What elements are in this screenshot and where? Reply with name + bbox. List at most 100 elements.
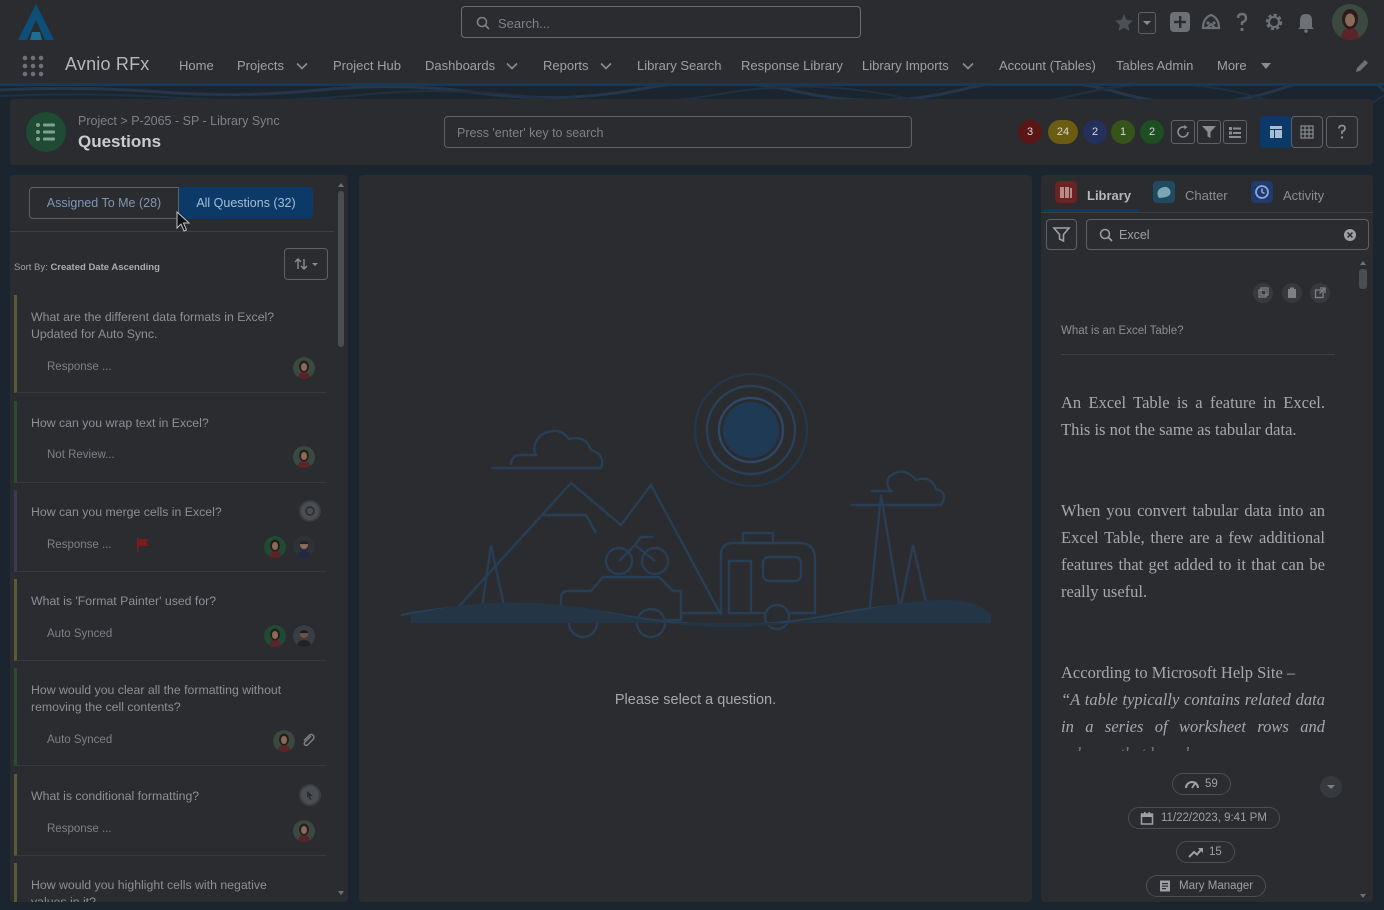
clear-search-icon[interactable] <box>1343 228 1357 242</box>
question-card[interactable]: What are the different data formats in E… <box>14 295 326 393</box>
status-count-badge[interactable]: 2 <box>1083 120 1107 144</box>
question-card[interactable]: How can you wrap text in Excel? Not Revi… <box>14 401 326 483</box>
breadcrumb-root[interactable]: Project <box>78 114 117 128</box>
chevron-down-icon[interactable] <box>295 59 309 73</box>
assign-cursor-icon[interactable] <box>299 784 321 806</box>
bulk-action-button[interactable] <box>1223 120 1247 144</box>
nav-item-tables-admin[interactable]: Tables Admin <box>1116 58 1193 73</box>
answer-fade-overlay <box>1045 735 1355 775</box>
nav-item-more[interactable]: More <box>1217 58 1247 73</box>
library-search[interactable] <box>1086 219 1369 250</box>
open-external-icon[interactable] <box>1310 283 1330 303</box>
question-search[interactable] <box>444 116 912 148</box>
breadcrumb-project[interactable]: P-2065 - SP - Library Sync <box>131 114 279 128</box>
question-text: What is conditional formatting? <box>31 789 200 803</box>
status-count-badge[interactable]: 1 <box>1111 120 1135 144</box>
scrollbar-thumb[interactable] <box>338 191 344 347</box>
question-status: Response ... <box>47 823 112 835</box>
sort-button[interactable] <box>284 248 328 280</box>
tab-assigned-to-me[interactable]: Assigned To Me (28) <box>29 187 179 219</box>
divider <box>10 231 334 232</box>
clipboard-icon[interactable] <box>1282 283 1302 303</box>
add-icon[interactable] <box>1168 10 1192 34</box>
help-icon[interactable] <box>1230 10 1254 34</box>
answer-paragraph-lead: According to Microsoft Help Site – <box>1061 663 1296 682</box>
library-side-panel: Library Chatter Activity What is an Exce… <box>1041 175 1373 902</box>
global-search[interactable] <box>461 6 861 38</box>
nav-item-account-tables[interactable]: Account (Tables) <box>999 58 1096 73</box>
refresh-button[interactable] <box>1171 120 1195 144</box>
filter-button[interactable] <box>1197 120 1221 144</box>
question-card[interactable]: How would you highlight cells with negat… <box>14 863 326 902</box>
chevron-down-icon[interactable] <box>961 59 975 73</box>
favorites-star-icon[interactable] <box>1112 11 1136 35</box>
nav-item-projects[interactable]: Projects <box>237 58 284 73</box>
breadcrumb: Project > P-2065 - SP - Library Sync <box>78 114 280 128</box>
favorites-group[interactable] <box>1112 11 1156 35</box>
split-view-button[interactable] <box>1260 116 1292 148</box>
scrollbar-thumb[interactable] <box>1359 269 1367 289</box>
library-icon <box>1055 181 1077 203</box>
status-count-badge[interactable]: 24 <box>1048 120 1078 144</box>
nav-item-reports[interactable]: Reports <box>543 58 589 73</box>
nav-item-home[interactable]: Home <box>179 58 214 73</box>
attachment-icon[interactable] <box>300 732 316 748</box>
question-card[interactable]: How can you merge cells in Excel? Respon… <box>14 490 326 572</box>
trailhead-icon[interactable] <box>1199 10 1223 34</box>
refresh-icon <box>1177 125 1189 138</box>
caret-down-icon[interactable] <box>1259 59 1273 73</box>
edit-nav-icon[interactable] <box>1354 58 1370 74</box>
user-avatar-icon[interactable] <box>1332 4 1368 40</box>
library-question-title[interactable]: What is an Excel Table? <box>1061 325 1184 337</box>
chevron-down-icon[interactable] <box>505 59 519 73</box>
status-count-badge[interactable]: 3 <box>1018 120 1042 144</box>
question-filter-tabs: Assigned To Me (28) All Questions (32) <box>29 187 313 219</box>
library-filter-button[interactable] <box>1046 219 1077 250</box>
library-scrollbar[interactable] <box>1357 257 1369 902</box>
nav-item-dashboards[interactable]: Dashboards <box>425 58 495 73</box>
sort-by-label: Sort By: Created Date Ascending <box>14 262 160 273</box>
app-launcher-icon[interactable] <box>22 55 44 77</box>
app-nav-bar: Avnio RFx Home Projects Project Hub Dash… <box>0 46 1384 86</box>
owner-pill: Mary Manager <box>1146 875 1267 897</box>
approved-check-icon[interactable] <box>299 500 321 522</box>
table-view-button[interactable] <box>1291 116 1323 148</box>
bell-icon[interactable] <box>1294 10 1318 34</box>
global-header <box>0 0 1384 46</box>
question-card[interactable]: What is conditional formatting? Response… <box>14 774 326 856</box>
help-icon <box>1338 124 1346 139</box>
nav-item-project-hub[interactable]: Project Hub <box>333 58 401 73</box>
flag-icon[interactable] <box>135 537 151 553</box>
page-header: Project > P-2065 - SP - Library Sync Que… <box>10 99 1373 165</box>
page-help-button[interactable] <box>1326 116 1358 148</box>
favorites-dropdown[interactable] <box>1138 12 1156 34</box>
question-search-input[interactable] <box>457 123 897 143</box>
nav-item-library-search[interactable]: Library Search <box>637 58 722 73</box>
answer-paragraph: When you convert tabular data into an Ex… <box>1061 501 1325 601</box>
question-card[interactable]: What is 'Format Painter' used for? Auto … <box>14 579 326 661</box>
tab-chatter[interactable]: Chatter <box>1153 181 1243 213</box>
usage-count-pill: 15 <box>1176 841 1235 863</box>
tab-activity[interactable]: Activity <box>1251 181 1341 213</box>
sort-by-prefix: Sort By: <box>14 262 48 273</box>
chevron-down-icon[interactable] <box>599 59 613 73</box>
library-search-input[interactable] <box>1119 226 1339 244</box>
page-title: Questions <box>78 132 162 151</box>
global-search-input[interactable] <box>498 13 838 33</box>
breadcrumb-separator: > <box>120 114 128 128</box>
trend-up-icon <box>1188 847 1203 858</box>
expand-answer-button[interactable] <box>1320 776 1342 798</box>
reviewer-avatar <box>293 625 315 647</box>
tab-all-questions[interactable]: All Questions (32) <box>179 187 313 219</box>
assignee-avatar <box>273 730 295 752</box>
logo-icon[interactable] <box>14 2 58 42</box>
question-card[interactable]: How would you clear all the formatting w… <box>14 668 326 766</box>
tab-activity-label: Activity <box>1283 188 1325 203</box>
nav-item-library-imports[interactable]: Library Imports <box>862 58 949 73</box>
nav-item-response-library[interactable]: Response Library <box>741 58 843 73</box>
question-text: What is 'Format Painter' used for? <box>31 594 217 608</box>
questions-list-icon <box>26 112 66 152</box>
status-count-badge[interactable]: 2 <box>1140 120 1164 144</box>
copy-icon[interactable] <box>1253 283 1273 303</box>
setup-gear-icon[interactable] <box>1262 10 1286 34</box>
